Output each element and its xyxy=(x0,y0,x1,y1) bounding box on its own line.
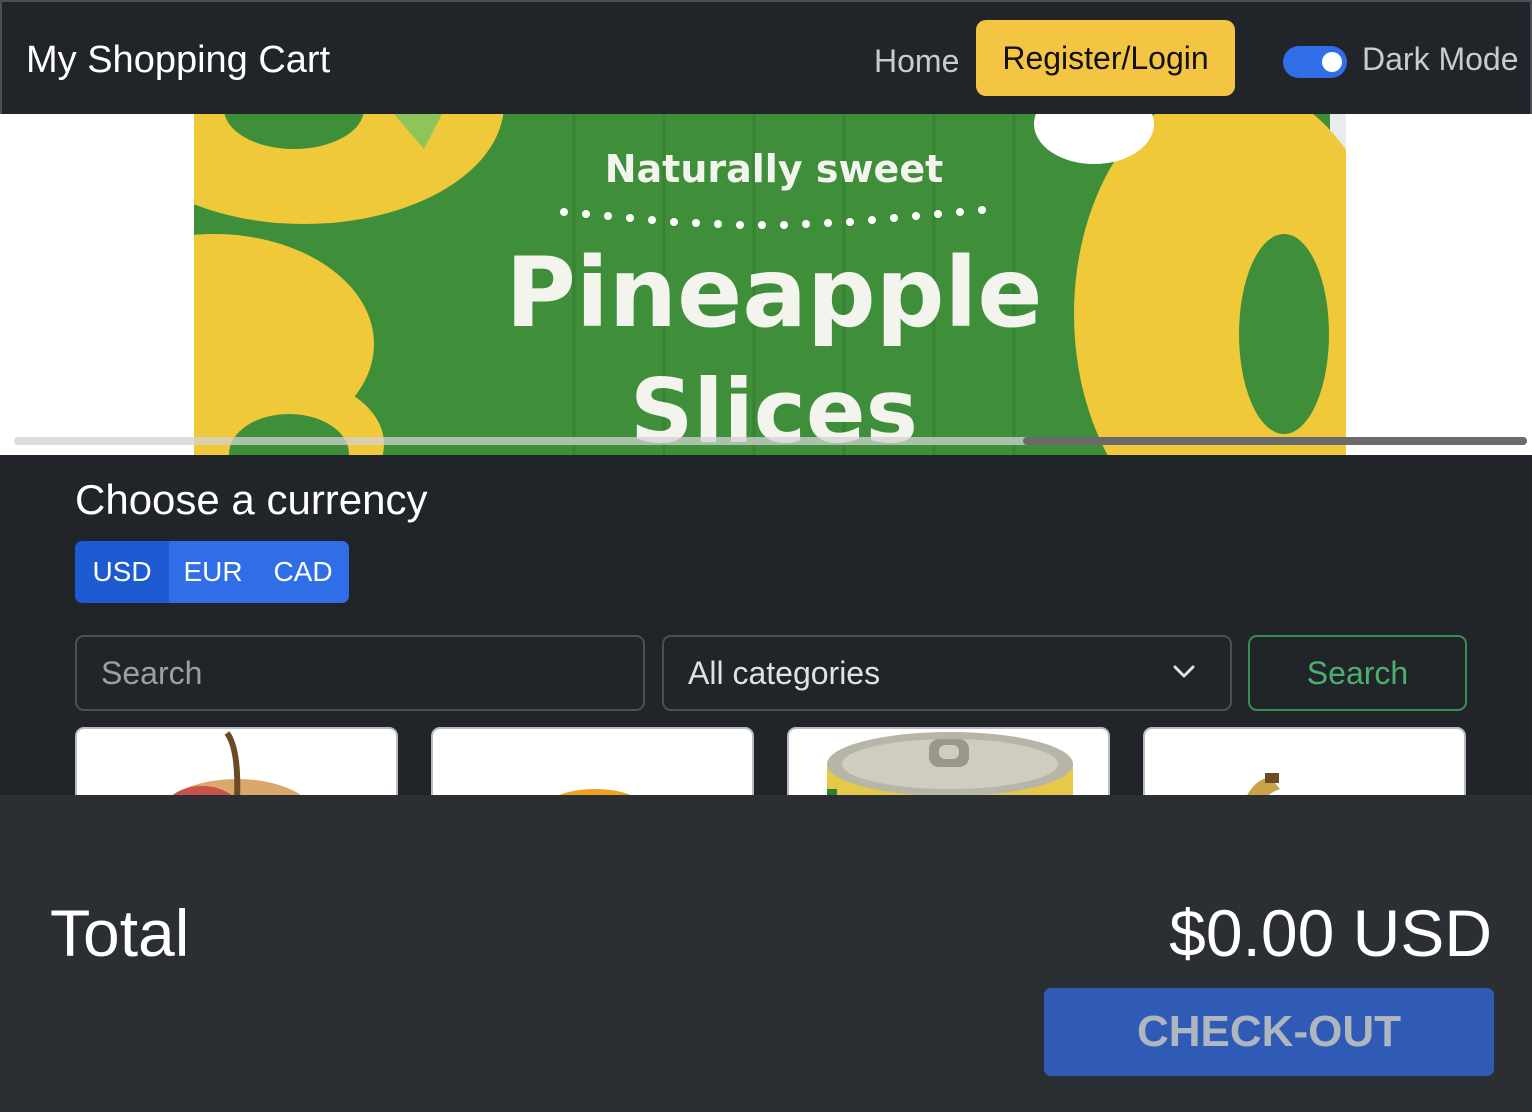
register-login-button[interactable]: Register/Login xyxy=(976,20,1235,96)
total-value: $0.00 USD xyxy=(1169,896,1492,970)
checkout-button[interactable]: CHECK-OUT xyxy=(1044,988,1494,1076)
currency-eur-button[interactable]: EUR xyxy=(169,541,257,603)
pineapple-slices-product-image: Naturally sweet Pineapple Slices xyxy=(194,114,1346,455)
category-select[interactable]: All categories xyxy=(662,635,1232,711)
dark-mode-label: Dark Mode xyxy=(1362,41,1519,77)
navbar: My Shopping Cart Home Register/Login Dar… xyxy=(0,0,1532,114)
currency-usd-button[interactable]: USD xyxy=(75,541,169,603)
nav-home-link[interactable]: Home xyxy=(874,42,959,80)
brand-title[interactable]: My Shopping Cart xyxy=(26,38,330,82)
svg-text:Naturally sweet: Naturally sweet xyxy=(605,147,944,191)
currency-cad-button[interactable]: CAD xyxy=(257,541,349,603)
svg-text:Pineapple: Pineapple xyxy=(506,237,1043,349)
category-select-value: All categories xyxy=(688,654,881,691)
search-input[interactable] xyxy=(75,635,645,711)
chevron-down-icon xyxy=(1173,665,1195,678)
cart-total-footer: Total $0.00 USD CHECK-OUT xyxy=(0,795,1532,1112)
currency-button-group: USD EUR CAD xyxy=(75,541,349,603)
carousel-scrollbar[interactable] xyxy=(14,437,1527,445)
dark-mode-toggle[interactable] xyxy=(1283,46,1347,78)
carousel-scrollbar-thumb[interactable] xyxy=(1023,437,1527,445)
search-button[interactable]: Search xyxy=(1248,635,1467,711)
total-label: Total xyxy=(50,896,190,970)
toggle-knob xyxy=(1322,52,1342,72)
hero-carousel: Naturally sweet Pineapple Slices xyxy=(0,114,1532,455)
currency-heading: Choose a currency xyxy=(75,476,428,523)
